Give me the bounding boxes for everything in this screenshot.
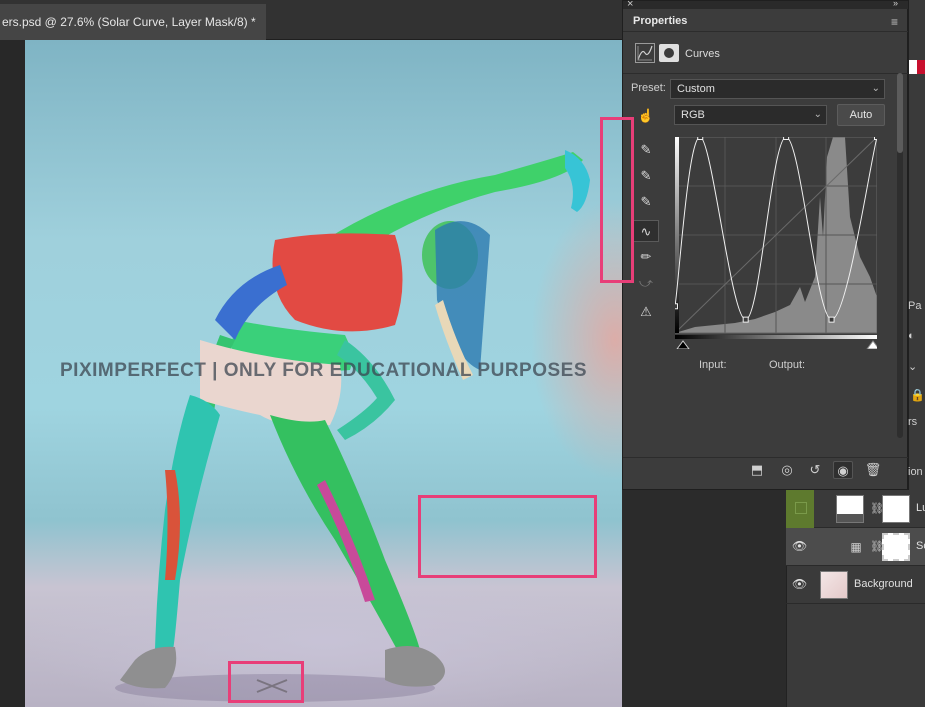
delete-icon[interactable]: 🗑 — [863, 461, 883, 479]
layer-row[interactable]: 👁 Background — [786, 566, 925, 604]
visibility-off-box — [795, 502, 807, 514]
canvas-area[interactable]: PIXIMPERFECT | ONLY FOR EDUCATIONAL PURP… — [0, 40, 622, 707]
watermark-text: PIXIMPERFECT | ONLY FOR EDUCATIONAL PURP… — [60, 360, 588, 381]
panel-menu-icon[interactable]: ≡ — [891, 15, 898, 29]
layer-row[interactable]: ⛓ Lu — [786, 490, 925, 528]
smooth-curve-icon[interactable]: ⤻ — [633, 272, 659, 294]
properties-panel: × » Properties ≡ Curves Preset: Custom ⌄… — [622, 0, 909, 490]
layers-tab-edge[interactable]: rs — [908, 416, 917, 428]
input-label: Input: — [699, 359, 727, 371]
layer-mask-thumbnail[interactable] — [882, 533, 910, 561]
clip-to-layer-icon[interactable]: ⬒ — [747, 461, 767, 479]
panel-top-strip — [623, 1, 909, 9]
chevron-down-icon: ⌄ — [871, 83, 880, 94]
divider — [623, 73, 909, 74]
layer-visibility-toggle[interactable]: 👁 — [786, 566, 814, 604]
background-swatch[interactable] — [909, 60, 917, 74]
document-image[interactable]: PIXIMPERFECT | ONLY FOR EDUCATIONAL PURP… — [25, 40, 622, 707]
paths-tab[interactable]: Pa — [908, 300, 921, 312]
foreground-swatch[interactable] — [917, 60, 925, 74]
layers-panel: ⛓ Lu 👁 ▦ ⛓ So 👁 Background — [622, 490, 925, 707]
layer-name[interactable]: So — [916, 540, 925, 552]
layer-visibility-toggle[interactable]: 👁 — [786, 528, 814, 566]
layer-mask-thumbnail[interactable] — [882, 495, 910, 523]
layer-row[interactable]: 👁 ▦ ⛓ So — [786, 528, 925, 566]
lock-icon[interactable]: 🔒 — [910, 388, 925, 402]
highlight-box-curve-tools — [600, 117, 634, 283]
layer-thumbnail[interactable] — [836, 495, 864, 523]
clipping-warning-icon[interactable]: ⚠ — [633, 301, 659, 323]
layers-gutter — [622, 490, 786, 707]
on-image-adjust-icon[interactable]: ☝ — [633, 105, 659, 127]
curves-graph[interactable] — [675, 137, 877, 349]
option-tab-edge[interactable]: ion — [908, 466, 923, 478]
reset-icon[interactable]: ↺ — [805, 461, 825, 479]
preset-value: Custom — [677, 83, 715, 95]
layer-visibility-toggle[interactable] — [786, 490, 814, 528]
curve-control-point[interactable] — [874, 137, 878, 140]
channel-value: RGB — [681, 109, 705, 121]
eye-icon: 👁 — [792, 577, 808, 591]
curve-control-point[interactable] — [697, 137, 704, 140]
highlight-box-floor-shadow — [418, 495, 597, 578]
layer-name[interactable]: Background — [854, 578, 913, 590]
curves-graph-svg — [675, 137, 877, 349]
scrollbar-thumb[interactable] — [897, 73, 903, 153]
adjustments-tab[interactable]: ◐ — [908, 330, 915, 342]
layer-mask-icon[interactable] — [659, 44, 679, 62]
properties-title: Properties — [633, 15, 688, 27]
curves-layer-icon[interactable]: ▦ — [842, 533, 870, 561]
adjustment-type-label: Curves — [685, 48, 720, 60]
document-tab-title: ers.psd @ 27.6% (Solar Curve, Layer Mask… — [2, 15, 256, 29]
view-previous-state-icon[interactable]: ◎ — [777, 461, 797, 479]
gray-point-eyedropper-icon[interactable]: ✎ — [633, 165, 659, 187]
visibility-eye-icon[interactable]: ◉ — [833, 461, 853, 479]
output-label: Output: — [769, 359, 806, 371]
document-tab[interactable]: ers.psd @ 27.6% (Solar Curve, Layer Mask… — [0, 4, 266, 40]
curve-control-point[interactable] — [675, 303, 678, 310]
blend-dropdown-edge[interactable]: ⌄ — [908, 360, 917, 373]
highlight-box-foot-mark — [228, 661, 304, 703]
panel-collapse-icon[interactable]: » — [893, 0, 898, 8]
preset-dropdown[interactable]: Custom ⌄ — [670, 79, 885, 99]
white-point-eyedropper-icon[interactable]: ✎ — [633, 191, 659, 213]
curves-adjustment-icon[interactable] — [635, 43, 655, 63]
curve-control-point[interactable] — [742, 316, 749, 323]
channel-dropdown[interactable]: RGB ⌄ — [674, 105, 827, 125]
chevron-down-icon: ⌄ — [813, 109, 822, 120]
preset-label: Preset: — [631, 82, 666, 94]
document-tab-bar: ers.psd @ 27.6% (Solar Curve, Layer Mask… — [0, 0, 622, 40]
properties-footer: ⬒ ◎ ↺ ◉ 🗑 — [623, 457, 909, 481]
layer-name[interactable]: Lu — [916, 502, 925, 514]
auto-button[interactable]: Auto — [837, 104, 885, 126]
pencil-draw-icon[interactable]: ✏ — [633, 246, 659, 268]
panel-close-icon[interactable]: × — [627, 0, 633, 10]
panel-scrollbar[interactable] — [897, 73, 903, 438]
black-point-eyedropper-icon[interactable]: ✎ — [633, 139, 659, 161]
titlebar-divider — [623, 31, 909, 32]
curve-control-point[interactable] — [783, 137, 790, 140]
curve-point-tool-icon[interactable]: ∿ — [633, 220, 659, 242]
layer-thumbnail[interactable] — [820, 571, 848, 599]
curve-control-point[interactable] — [828, 316, 835, 323]
eye-icon: 👁 — [792, 539, 808, 553]
